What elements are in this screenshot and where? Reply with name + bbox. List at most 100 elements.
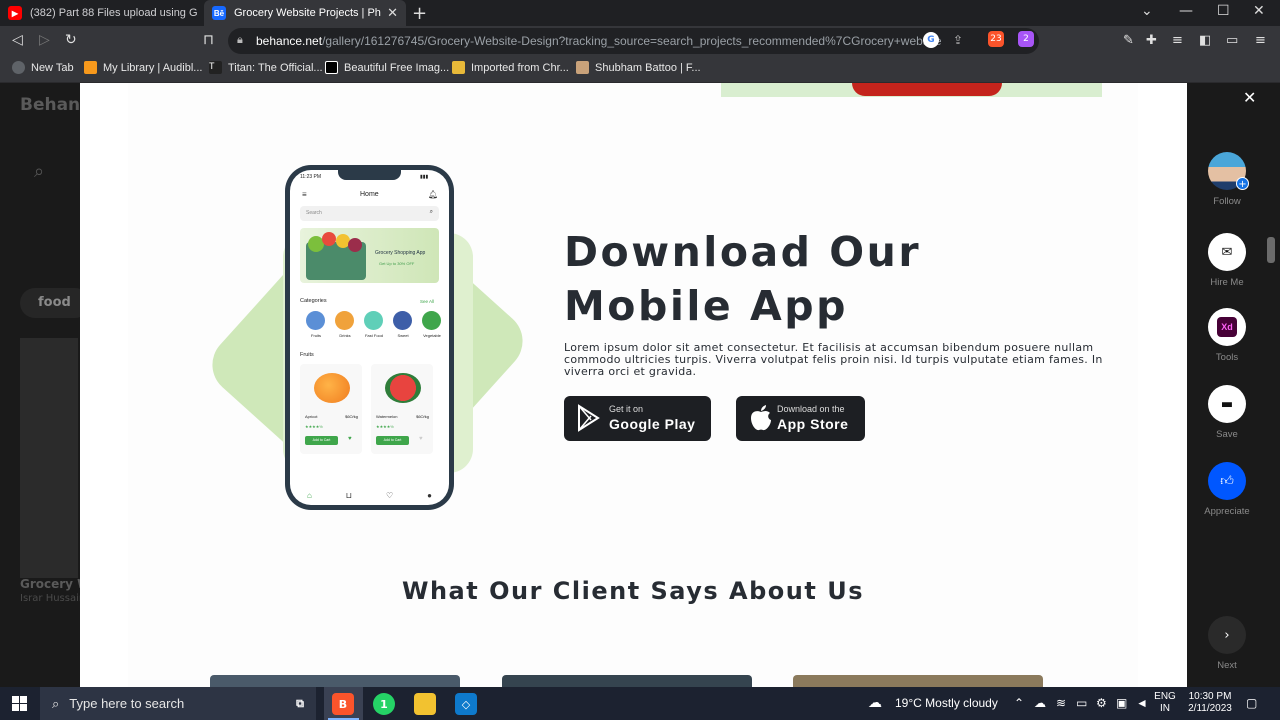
category-fastfood-icon: [364, 311, 383, 330]
unsplash-icon: [325, 61, 338, 74]
save-action[interactable]: ▬ Save: [1201, 385, 1253, 440]
share-icon[interactable]: ⇪: [950, 32, 966, 48]
tray-chevron-icon[interactable]: ⌃: [1014, 696, 1024, 710]
banner-subtitle: Get Up to 30% OFF: [379, 261, 415, 266]
rail-label: Tools: [1215, 352, 1239, 363]
chevron-right-icon[interactable]: ›: [1208, 616, 1246, 654]
whatsapp-icon[interactable]: 1: [373, 693, 395, 715]
clock[interactable]: 10:30 PM 2/11/2023: [1182, 691, 1238, 715]
display-icon[interactable]: ▣: [1116, 696, 1127, 710]
scrollbar-thumb[interactable]: [1267, 237, 1275, 263]
folder-icon[interactable]: ▬: [1208, 385, 1246, 423]
wallet-icon[interactable]: ▭: [1226, 33, 1238, 48]
maximize-button[interactable]: ☐: [1217, 3, 1230, 19]
screen-title: Home: [360, 191, 379, 198]
category-label: Sweet: [397, 333, 409, 338]
address-bar[interactable]: 🔒︎ behance.net/gallery/161276745/Grocery…: [228, 28, 1039, 54]
minimize-button[interactable]: —: [1179, 3, 1193, 19]
status-icons: ▮▮▮: [420, 174, 429, 180]
bookmark-shubham[interactable]: Shubham Battoo | F...: [576, 61, 701, 74]
language-indicator[interactable]: ENG IN: [1153, 691, 1177, 715]
bookmark-icon[interactable]: ⊓: [203, 32, 214, 48]
clock-time: 10:30 PM: [1188, 691, 1232, 702]
sidebar-icon[interactable]: ◧: [1199, 33, 1211, 48]
bookmark-audible[interactable]: My Library | Audibl...: [84, 61, 202, 74]
bookmark-unsplash[interactable]: Beautiful Free Imag...: [325, 61, 449, 74]
titan-icon: T: [209, 61, 222, 74]
rail-label: Appreciate: [1204, 506, 1250, 517]
notification-icon[interactable]: ▢: [1246, 696, 1257, 710]
brave-rewards-icon[interactable]: 2: [1018, 31, 1034, 47]
product-price: $6O/kg: [416, 414, 429, 419]
vscode-icon[interactable]: ◇: [455, 693, 477, 715]
close-modal-button[interactable]: ✕: [1243, 88, 1256, 107]
playlist-icon[interactable]: ≡: [1172, 33, 1183, 48]
see-all-link: See All: [420, 299, 435, 304]
badge-store-name: App Store: [777, 416, 849, 432]
client-photo: [502, 675, 752, 687]
browser-toolbar: ◁ ▷ ↻ ⊓ 🔒︎ behance.net/gallery/161276745…: [0, 26, 1280, 56]
heart-icon: ♥: [419, 436, 423, 442]
tab-title: Grocery Website Projects | Photo: [234, 7, 382, 19]
fruit-illustration: [348, 238, 362, 252]
clock-date: 2/11/2023: [1188, 703, 1232, 714]
tools-button[interactable]: Xd: [1208, 308, 1246, 346]
appreciate-action[interactable]: 👍︎ Appreciate: [1201, 462, 1253, 517]
reload-icon[interactable]: ↻: [65, 32, 77, 48]
lock-icon: 🔒︎: [237, 33, 243, 46]
avatar[interactable]: +: [1208, 152, 1249, 190]
volume-icon[interactable]: ◄: [1136, 696, 1148, 710]
next-action[interactable]: › Next: [1201, 616, 1253, 671]
taskbar-search-placeholder: Type here to search: [69, 696, 185, 711]
brave-icon[interactable]: B: [332, 693, 354, 715]
extensions-icon[interactable]: ✚: [1146, 33, 1157, 48]
weather-icon[interactable]: ☁: [868, 694, 882, 711]
google-icon[interactable]: G: [923, 32, 939, 48]
bookmark-new-tab[interactable]: New Tab: [12, 61, 74, 74]
battery-icon[interactable]: ▭: [1076, 696, 1087, 710]
bookmark-imported-folder[interactable]: Imported from Chr...: [452, 61, 569, 74]
category-sweet-icon: [393, 311, 412, 330]
settings-icon[interactable]: ⚙: [1096, 696, 1107, 710]
category-label: Fast Food: [364, 333, 383, 338]
heart-icon: ♥: [348, 436, 352, 442]
follow-action[interactable]: + Follow: [1201, 152, 1253, 207]
taskbar-search[interactable]: ⌕ Type here to search: [40, 687, 316, 720]
category-label: Fruits: [311, 333, 321, 338]
app-store-badge: Download on the App Store: [736, 396, 865, 441]
download-title-line1: Download Our: [564, 228, 922, 276]
close-window-button[interactable]: ✕: [1253, 3, 1265, 19]
menu-icon[interactable]: ≡: [1255, 33, 1266, 48]
onedrive-icon[interactable]: ☁: [1034, 696, 1046, 710]
cart-icon: ⊔: [345, 490, 353, 500]
phone-mockup: 11:23 PM ▮▮▮ ≡ Home 🔔︎ Search ⌕ Grocery …: [285, 165, 454, 510]
pencil-icon[interactable]: ✎: [1123, 33, 1134, 48]
task-view-icon[interactable]: ⧉: [289, 693, 311, 715]
close-tab-icon[interactable]: ✕: [387, 5, 398, 21]
category-label: Drinks: [339, 333, 351, 338]
youtube-icon: ▶: [8, 6, 22, 20]
rail-label: Save: [1216, 429, 1238, 440]
mail-icon[interactable]: ✉: [1208, 233, 1246, 271]
wifi-icon[interactable]: ≋: [1056, 696, 1066, 710]
tab-behance[interactable]: Bē Grocery Website Projects | Photo ✕: [204, 0, 406, 26]
phone-search: Search ⌕: [300, 206, 439, 221]
tab-youtube[interactable]: ▶ (382) Part 88 Files upload using Grid …: [0, 0, 205, 26]
brave-shield-icon[interactable]: 23: [988, 31, 1004, 47]
new-tab-button[interactable]: +: [412, 3, 427, 24]
thumbs-up-icon[interactable]: 👍︎: [1208, 462, 1246, 500]
rail-label: Hire Me: [1210, 277, 1244, 288]
watermelon-image: [385, 373, 421, 403]
bookmark-titan[interactable]: T Titan: The Official...: [209, 61, 323, 74]
download-title-line2: Mobile App: [564, 282, 848, 330]
hire-me-action[interactable]: ✉ Hire Me: [1201, 233, 1253, 288]
user-icon: ●: [427, 490, 432, 500]
tools-action[interactable]: Xd Tools: [1201, 308, 1253, 363]
file-explorer-icon[interactable]: [414, 693, 436, 715]
windows-start-icon[interactable]: [12, 696, 27, 711]
tab-search-icon[interactable]: ⌄: [1141, 3, 1153, 19]
forward-icon[interactable]: ▷: [39, 32, 50, 48]
weather-text[interactable]: 19°C Mostly cloudy: [895, 696, 998, 710]
back-icon[interactable]: ◁: [12, 32, 23, 48]
clients-section-title: What Our Client Says About Us: [402, 577, 864, 605]
